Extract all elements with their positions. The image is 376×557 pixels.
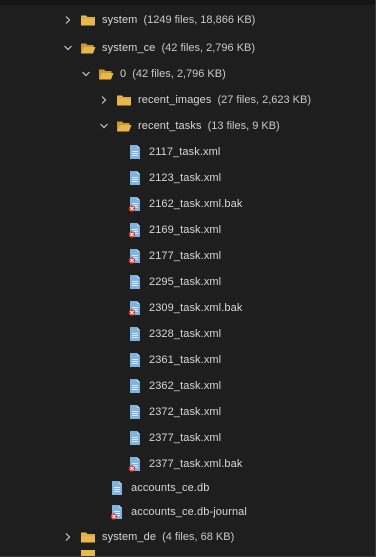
chevron-down-icon[interactable]	[62, 42, 74, 54]
chevron-right-icon[interactable]	[98, 94, 110, 106]
file-icon	[127, 326, 143, 342]
chevron-down-icon[interactable]	[80, 68, 92, 80]
tree-file-label: 2309_task.xml.bak	[149, 302, 243, 314]
tree-file-label: 2361_task.xml	[149, 354, 222, 366]
tree-file-item[interactable]: 2377_task.xml	[0, 425, 375, 451]
tree-item-meta: (42 files, 2,796 KB)	[161, 42, 256, 54]
tree-item-label: recent_tasks	[138, 120, 202, 132]
tree-file-item[interactable]: 2162_task.xml.bak	[0, 191, 375, 217]
tree-file-label: 2177_task.xml	[149, 250, 222, 262]
file-error-icon	[127, 248, 143, 264]
tree-file-item[interactable]: 2117_task.xml	[0, 139, 375, 165]
tree-item-meta: (13 files, 9 KB)	[207, 120, 280, 132]
file-icon	[109, 480, 125, 496]
folder-open-icon	[98, 66, 114, 82]
tree-item-recent-images[interactable]: recent_images (27 files, 2,623 KB)	[0, 87, 375, 113]
chevron-down-icon[interactable]	[98, 120, 110, 132]
tree-file-item[interactable]: 2169_task.xml	[0, 217, 375, 243]
tree-item-meta: (1249 files, 18,866 KB)	[143, 14, 256, 26]
folder-icon	[116, 92, 132, 108]
top-edge	[0, 0, 375, 5]
folder-icon	[80, 12, 96, 28]
chevron-right-icon[interactable]	[62, 531, 74, 543]
tree-file-item[interactable]: 2372_task.xml	[0, 399, 375, 425]
file-error-icon	[127, 196, 143, 212]
folder-icon	[80, 529, 96, 545]
tree-item-system-de[interactable]: system_de (4 files, 68 KB)	[0, 524, 375, 550]
tree-file-item[interactable]: 2362_task.xml	[0, 373, 375, 399]
tree-item-label: recent_images	[138, 94, 212, 106]
file-icon	[127, 144, 143, 160]
file-icon	[127, 378, 143, 394]
tree-item-system[interactable]: system (1249 files, 18,866 KB)	[0, 7, 375, 33]
tree-item-partial	[0, 550, 375, 556]
tree-file-label: 2362_task.xml	[149, 380, 222, 392]
tree-file-label: 2117_task.xml	[149, 146, 221, 158]
file-icon	[127, 430, 143, 446]
file-error-icon	[109, 504, 125, 520]
tree-item-label: system_ce	[102, 42, 156, 54]
tree-file-label: accounts_ce.db	[131, 482, 210, 494]
file-icon	[127, 352, 143, 368]
chevron-right-icon[interactable]	[62, 14, 74, 26]
file-icon	[127, 274, 143, 290]
tree-file-item[interactable]: 2361_task.xml	[0, 347, 375, 373]
tree-file-item[interactable]: 2295_task.xml	[0, 269, 375, 295]
tree-item-meta: (4 files, 68 KB)	[162, 531, 235, 543]
tree-file-item[interactable]: 2309_task.xml.bak	[0, 295, 375, 321]
tree-file-item[interactable]: 2177_task.xml	[0, 243, 375, 269]
tree-file-label: 2372_task.xml	[149, 406, 222, 418]
tree-item-recent-tasks[interactable]: recent_tasks (13 files, 9 KB)	[0, 113, 375, 139]
file-error-icon	[127, 222, 143, 238]
tree-file-item[interactable]: 2328_task.xml	[0, 321, 375, 347]
tree-file-label: 2162_task.xml.bak	[149, 198, 243, 210]
tree-file-item[interactable]: accounts_ce.db	[0, 475, 375, 501]
tree-file-label: 2123_task.xml	[149, 172, 222, 184]
tree-file-item[interactable]: accounts_ce.db-journal	[0, 499, 375, 525]
tree-item-label: 0	[120, 68, 127, 80]
tree-item-meta: (42 files, 2,796 KB)	[132, 68, 226, 80]
tree-file-label: 2295_task.xml	[149, 276, 222, 288]
tree-item-folder-0[interactable]: 0 (42 files, 2,796 KB)	[0, 61, 375, 87]
file-error-icon	[127, 300, 143, 316]
folder-open-icon	[80, 40, 96, 56]
tree-file-item[interactable]: 2123_task.xml	[0, 165, 375, 191]
file-icon	[127, 404, 143, 420]
tree-file-label: accounts_ce.db-journal	[131, 506, 247, 518]
tree-file-item[interactable]: 2377_task.xml.bak	[0, 451, 375, 477]
tree-file-label: 2328_task.xml	[149, 328, 222, 340]
folder-open-icon	[116, 118, 132, 134]
file-error-icon	[127, 456, 143, 472]
file-tree-panel: system (1249 files, 18,866 KB) system_ce…	[0, 0, 376, 557]
tree-file-label: 2169_task.xml	[149, 224, 222, 236]
file-icon	[127, 170, 143, 186]
tree-item-system-ce[interactable]: system_ce (42 files, 2,796 KB)	[0, 35, 375, 61]
tree-item-meta: (27 files, 2,623 KB)	[217, 94, 312, 106]
tree-file-label: 2377_task.xml.bak	[149, 458, 243, 470]
tree-file-label: 2377_task.xml	[149, 432, 222, 444]
folder-icon	[80, 550, 96, 556]
tree-item-label: system	[102, 14, 138, 26]
tree-item-label: system_de	[102, 531, 157, 543]
